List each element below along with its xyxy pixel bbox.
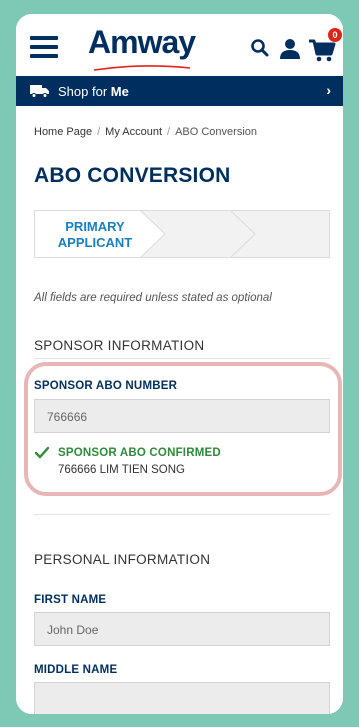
shop-for-prefix: Shop for bbox=[58, 84, 108, 99]
personal-section-title: PERSONAL INFORMATION bbox=[34, 552, 211, 567]
breadcrumb-home[interactable]: Home Page bbox=[34, 126, 92, 138]
step-label-line1: PRIMARY bbox=[65, 219, 125, 234]
truck-icon bbox=[30, 85, 49, 98]
search-icon[interactable] bbox=[250, 38, 270, 58]
step-primary-applicant[interactable]: PRIMARY APPLICANT bbox=[35, 211, 155, 257]
amway-logo[interactable]: Amway bbox=[88, 24, 196, 61]
required-fields-note: All fields are required unless stated as… bbox=[34, 292, 272, 304]
step-label-line2: APPLICANT bbox=[57, 235, 133, 250]
breadcrumb-my-account[interactable]: My Account bbox=[105, 126, 162, 138]
sponsor-highlight-outline bbox=[24, 362, 342, 496]
middle-name-input[interactable] bbox=[34, 682, 330, 714]
progress-stepper: PRIMARY APPLICANT bbox=[34, 210, 330, 258]
shop-for-target: Me bbox=[110, 84, 129, 99]
chevron-right-icon[interactable]: › bbox=[326, 82, 331, 98]
screen: Amway 0 Shop for Me › Home Page / My Acc… bbox=[16, 14, 343, 714]
sponsor-section-title: SPONSOR INFORMATION bbox=[34, 338, 205, 353]
shop-for-text: Shop for Me bbox=[58, 84, 129, 99]
breadcrumb-current: ABO Conversion bbox=[175, 126, 258, 138]
first-name-label: FIRST NAME bbox=[34, 594, 107, 606]
middle-name-label: MIDDLE NAME bbox=[34, 664, 118, 676]
user-icon[interactable] bbox=[278, 38, 302, 60]
first-name-input[interactable]: John Doe bbox=[34, 612, 330, 646]
site-header: Amway 0 bbox=[16, 14, 343, 76]
hamburger-menu-icon[interactable] bbox=[30, 36, 58, 60]
divider bbox=[34, 514, 330, 515]
page-title: ABO CONVERSION bbox=[34, 164, 231, 187]
phone-frame: Amway 0 Shop for Me › Home Page / My Acc… bbox=[10, 8, 349, 720]
divider bbox=[34, 358, 330, 359]
logo-swoosh-icon bbox=[93, 65, 191, 71]
breadcrumb: Home Page / My Account / ABO Conversion bbox=[34, 126, 258, 138]
cart-count-badge: 0 bbox=[328, 28, 342, 42]
shop-for-bar[interactable]: Shop for Me › bbox=[16, 76, 343, 106]
